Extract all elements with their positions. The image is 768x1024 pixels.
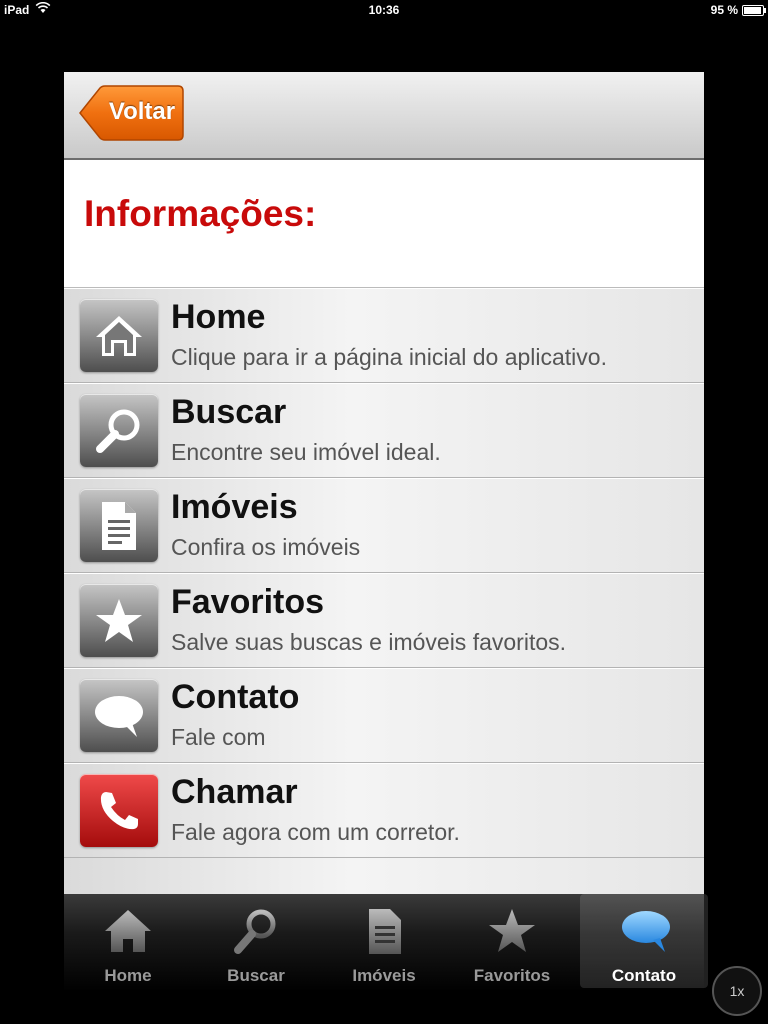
clock: 10:36 <box>368 3 400 17</box>
menu-item-favoritos[interactable]: Favoritos Salve suas buscas e imóveis fa… <box>64 573 704 668</box>
heading-area: Informações: <box>64 160 704 288</box>
back-button[interactable]: Voltar <box>78 85 184 141</box>
navigation-bar: Voltar <box>64 72 704 160</box>
menu-item-home[interactable]: Home Clique para ir a página inicial do … <box>64 288 704 383</box>
menu-item-subtitle: Confira os imóveis <box>171 534 361 560</box>
tab-contato[interactable]: Contato <box>580 894 708 988</box>
tab-label: Home <box>104 966 152 985</box>
back-button-label: Voltar <box>108 98 176 125</box>
home-icon <box>105 910 151 952</box>
menu-list: Home Clique para ir a página inicial do … <box>64 288 704 894</box>
menu-item-contato[interactable]: Contato Fale com <box>64 668 704 763</box>
star-icon <box>80 584 158 657</box>
app-window: Voltar Informações: Home Clique para ir … <box>64 72 704 894</box>
menu-item-subtitle: Encontre seu imóvel ideal. <box>171 439 441 465</box>
menu-item-subtitle: Fale com <box>171 724 266 750</box>
menu-item-title: Home <box>171 298 266 336</box>
tab-favoritos[interactable]: Favoritos <box>448 894 576 988</box>
menu-item-title: Buscar <box>171 393 287 431</box>
search-icon <box>80 394 158 467</box>
menu-item-title: Imóveis <box>171 488 298 526</box>
speech-bubble-icon <box>80 679 158 752</box>
menu-item-subtitle: Salve suas buscas e imóveis favoritos. <box>171 629 567 655</box>
tab-label: Contato <box>611 966 677 985</box>
menu-item-subtitle: Fale agora com um corretor. <box>171 819 460 845</box>
phone-icon <box>80 774 158 847</box>
menu-item-buscar[interactable]: Buscar Encontre seu imóvel ideal. <box>64 383 704 478</box>
tab-label: Buscar <box>227 966 285 985</box>
menu-item-title: Chamar <box>171 773 298 811</box>
zoom-button[interactable]: 1x <box>712 966 762 1016</box>
tab-bar: Home Buscar Imóveis Favoritos Contato <box>64 894 708 992</box>
star-icon <box>489 909 535 952</box>
search-icon <box>234 909 276 954</box>
tab-home[interactable]: Home <box>64 894 192 988</box>
tab-label: Imóveis <box>352 966 416 985</box>
menu-item-imoveis[interactable]: Imóveis Confira os imóveis <box>64 478 704 573</box>
tab-label: Favoritos <box>473 966 551 985</box>
menu-item-chamar[interactable]: Chamar Fale agora com um corretor. <box>64 763 704 858</box>
tab-imoveis[interactable]: Imóveis <box>320 894 448 988</box>
status-bar: iPad 10:36 95 % <box>0 0 768 20</box>
home-icon <box>80 299 158 372</box>
menu-item-title: Contato <box>171 678 300 716</box>
page-title: Informações: <box>84 193 317 234</box>
document-icon <box>80 489 158 562</box>
speech-bubble-icon <box>622 911 670 952</box>
tab-buscar[interactable]: Buscar <box>192 894 320 988</box>
menu-item-title: Favoritos <box>171 583 325 621</box>
document-icon <box>369 909 401 954</box>
battery-icon <box>742 4 766 16</box>
battery-percent: 95 % <box>710 3 738 17</box>
menu-item-subtitle: Clique para ir a página inicial do aplic… <box>171 344 607 370</box>
